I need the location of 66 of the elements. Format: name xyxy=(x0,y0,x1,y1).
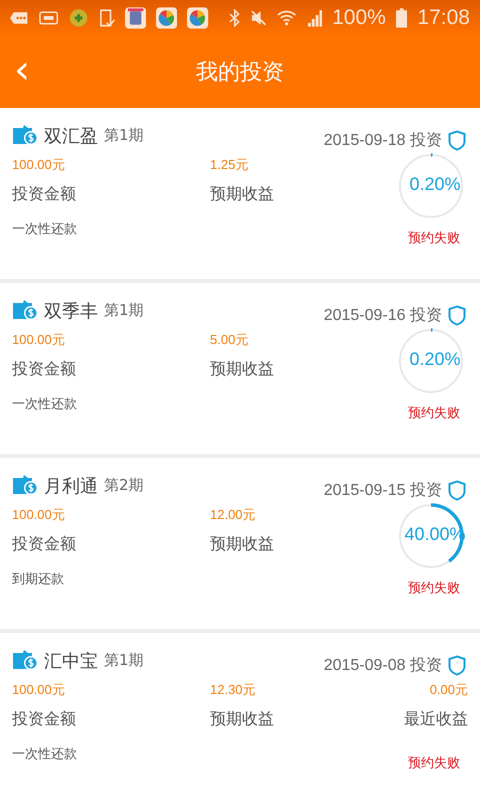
expected-earnings-label: 预期收益 xyxy=(210,534,275,554)
app-icon xyxy=(156,7,178,29)
investment-amount-label: 投资金额 xyxy=(12,184,77,204)
repayment-type: 一次性还款 xyxy=(12,746,78,763)
expected-earnings: 12.00元 xyxy=(210,506,257,524)
shield-icon xyxy=(448,305,466,326)
product-name: 月利通 xyxy=(44,474,98,498)
reservation-status: 预约失败 xyxy=(408,580,460,597)
rate-percent: 0.20% xyxy=(408,174,462,195)
product-period: 第1期 xyxy=(104,301,144,320)
investment-date: 2015-09-18 投资 xyxy=(324,131,442,151)
repayment-type: 一次性还款 xyxy=(12,396,78,413)
recent-earnings: 0.00元 xyxy=(430,681,468,699)
investment-amount: 100.00元 xyxy=(12,156,66,174)
wallet-icon xyxy=(12,300,38,322)
investment-amount-label: 投资金额 xyxy=(12,358,77,380)
repayment-type: 到期还款 xyxy=(12,571,65,588)
investment-amount-label: 投资金额 xyxy=(12,534,77,554)
app-icon xyxy=(125,7,146,29)
reservation-status: 预约失败 xyxy=(408,755,460,772)
app-icon xyxy=(68,8,88,28)
mute-icon xyxy=(250,9,268,27)
shield-icon xyxy=(448,480,466,501)
recent-earnings-label: 最近收益 xyxy=(404,708,468,730)
investment-card[interactable]: 汇中宝 第1期 2015-09-08 投资 100.00元 12.30元 投资金额 预期收益 0.00元 最近收益 一次性还款 预约失败 xyxy=(0,633,480,800)
page-title: 我的投资 xyxy=(196,59,284,87)
investment-amount: 100.00元 xyxy=(12,331,66,349)
product-period: 第2期 xyxy=(104,476,144,495)
product-name: 汇中宝 xyxy=(44,650,98,672)
chat-icon xyxy=(10,10,30,26)
investment-card[interactable]: 双季丰 第1期 2015-09-16 投资 100.00元 5.00元 投资金额 预期收益 0.20% 一次性还款 预约失败 xyxy=(0,283,480,454)
investment-date: 2015-09-08 投资 xyxy=(324,656,442,676)
investment-amount: 100.00元 xyxy=(12,681,66,699)
product-period: 第1期 xyxy=(104,651,144,670)
signal-icon xyxy=(306,9,322,27)
product-period: 第1期 xyxy=(104,126,144,145)
investment-date: 2015-09-16 投资 xyxy=(324,306,442,326)
clipboard-icon xyxy=(98,8,116,28)
shield-icon xyxy=(448,655,466,676)
battery-icon xyxy=(396,8,408,28)
product-name: 双季丰 xyxy=(44,300,98,322)
bluetooth-icon xyxy=(228,9,240,27)
wallet-icon xyxy=(12,474,38,496)
repayment-type: 一次性还款 xyxy=(12,221,78,238)
rate-percent: 0.20% xyxy=(408,349,462,370)
shield-icon xyxy=(448,130,466,151)
badge-icon xyxy=(39,10,58,26)
expected-earnings-label: 预期收益 xyxy=(210,358,275,380)
wallet-icon xyxy=(12,650,38,672)
reservation-status: 预约失败 xyxy=(408,230,460,247)
investment-amount: 100.00元 xyxy=(12,506,66,524)
expected-earnings-label: 预期收益 xyxy=(210,184,275,204)
battery-percent: 100% xyxy=(332,6,386,30)
reservation-status: 预约失败 xyxy=(408,405,460,422)
wifi-icon xyxy=(277,9,297,27)
expected-earnings-label: 预期收益 xyxy=(210,708,275,730)
investment-card[interactable]: 双汇盈 第1期 2015-09-18 投资 100.00元 1.25元 投资金额 预期收益 0.20% 一次性还款 预约失败 xyxy=(0,108,480,279)
expected-earnings: 12.30元 xyxy=(210,681,257,699)
app-icon xyxy=(187,7,209,29)
investment-date: 2015-09-15 投资 xyxy=(324,481,442,501)
wallet-icon xyxy=(12,124,38,146)
investment-amount-label: 投资金额 xyxy=(12,708,77,730)
expected-earnings: 5.00元 xyxy=(210,331,250,349)
product-name: 双汇盈 xyxy=(44,124,98,148)
clock: 17:08 xyxy=(417,6,470,30)
expected-earnings: 1.25元 xyxy=(210,156,250,174)
